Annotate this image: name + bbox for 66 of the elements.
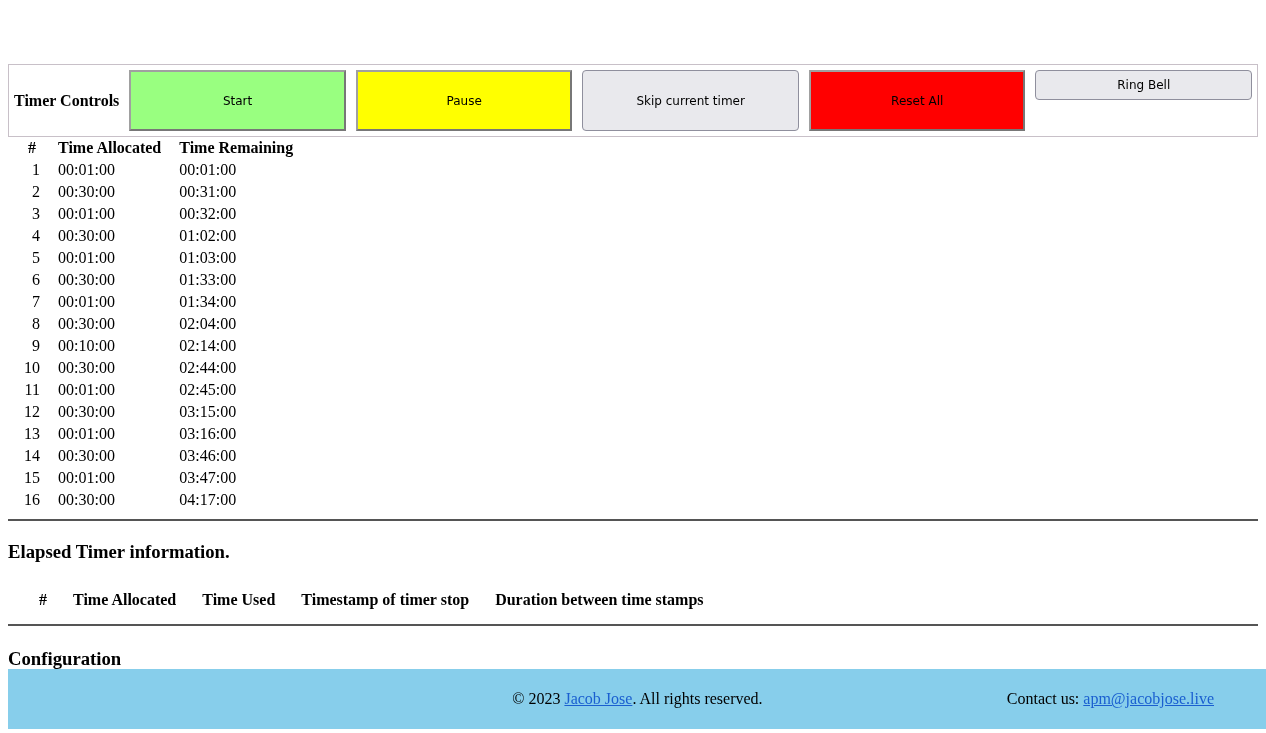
table-cell-text: 00:30:00	[57, 314, 116, 334]
column-header: Time Allocated	[57, 138, 163, 158]
controls-label: Timer Controls	[14, 91, 120, 110]
column-header: Time Used	[201, 590, 277, 610]
table-cell-text: 01:03:00	[178, 248, 238, 268]
table-cell-text: 01:33:00	[178, 270, 238, 290]
timer-button[interactable]: Skip current timer	[582, 70, 799, 131]
table-cell-text: 13	[23, 424, 41, 444]
table-cell-text: 00:01:00	[57, 292, 116, 312]
timer-button[interactable]: Reset All	[808, 70, 1026, 131]
section-heading: Configuration	[8, 648, 123, 669]
column-header: Timestamp of timer stop	[300, 590, 471, 611]
table-cell-text: 4	[31, 226, 41, 246]
table-cell-text: 02:45:00	[178, 380, 238, 400]
table-cell-text: 11	[23, 380, 41, 400]
timer-button[interactable]: Start	[129, 70, 346, 131]
column-header: #	[27, 138, 37, 158]
table-cell-text: 16	[23, 490, 41, 510]
table-cell-text: 02:04:00	[178, 314, 238, 334]
table-cell-text: 00:01:00	[57, 380, 116, 400]
table-cell-text: 00:32:00	[178, 204, 238, 224]
timer-button[interactable]: Ring Bell	[1035, 70, 1252, 100]
table-cell-text: 10	[23, 358, 41, 378]
table-cell-text: 02:14:00	[178, 336, 238, 356]
table-cell-text: 00:01:00	[178, 160, 238, 180]
table-cell-text: 00:30:00	[57, 490, 116, 510]
table-cell-text: 2	[31, 182, 41, 202]
timer-button[interactable]: Pause	[355, 70, 573, 131]
table-cell-text: 12	[23, 402, 41, 422]
table-cell-text: 03:47:00	[178, 468, 238, 488]
table-cell-text: 15	[23, 468, 41, 488]
table-cell-text: 00:30:00	[57, 402, 116, 422]
table-cell-text: 04:17:00	[178, 490, 238, 510]
column-header: Time Allocated	[72, 590, 178, 610]
table-cell-text: 03:16:00	[178, 424, 238, 444]
table-cell-text: 3	[31, 204, 41, 224]
table-cell-text: 14	[23, 446, 41, 466]
column-header: Time Remaining	[178, 138, 295, 159]
table-cell-text: 00:01:00	[57, 248, 116, 268]
table-cell-text: 00:31:00	[178, 182, 238, 202]
table-cell-text: 02:44:00	[178, 358, 238, 378]
table-cell-text: 00:01:00	[57, 424, 116, 444]
table-cell-text: 9	[31, 336, 41, 356]
column-header: #	[38, 590, 48, 610]
table-cell-text: 00:01:00	[57, 160, 116, 180]
table-cell-text: 00:30:00	[57, 182, 116, 202]
table-cell-text: 00:30:00	[57, 270, 116, 290]
copyright-text: © 2023 Jacob Jose. All rights reserved.	[511, 690, 764, 708]
table-cell-text: 00:30:00	[57, 446, 116, 466]
table-cell-text: 5	[31, 248, 41, 268]
table-cell-text: 00:10:00	[57, 336, 116, 356]
column-header: Duration between time stamps	[494, 590, 705, 611]
table-cell-text: 00:30:00	[57, 226, 116, 246]
table-cell-text: 00:30:00	[57, 358, 116, 378]
contact-text: Contact us: apm@jacobjose.live	[1006, 690, 1215, 708]
table-cell-text: 1	[31, 160, 41, 180]
table-cell-text: 6	[31, 270, 41, 290]
section-heading: Elapsed Timer information.	[8, 541, 231, 563]
table-cell-text: 00:01:00	[57, 204, 116, 224]
table-cell-text: 7	[31, 292, 41, 312]
table-cell-text: 00:01:00	[57, 468, 116, 488]
table-cell-text: 01:34:00	[178, 292, 238, 312]
table-cell-text: 01:02:00	[178, 226, 238, 246]
table-cell-text: 8	[31, 314, 41, 334]
table-cell-text: 03:15:00	[178, 402, 238, 422]
table-cell-text: 03:46:00	[178, 446, 238, 466]
